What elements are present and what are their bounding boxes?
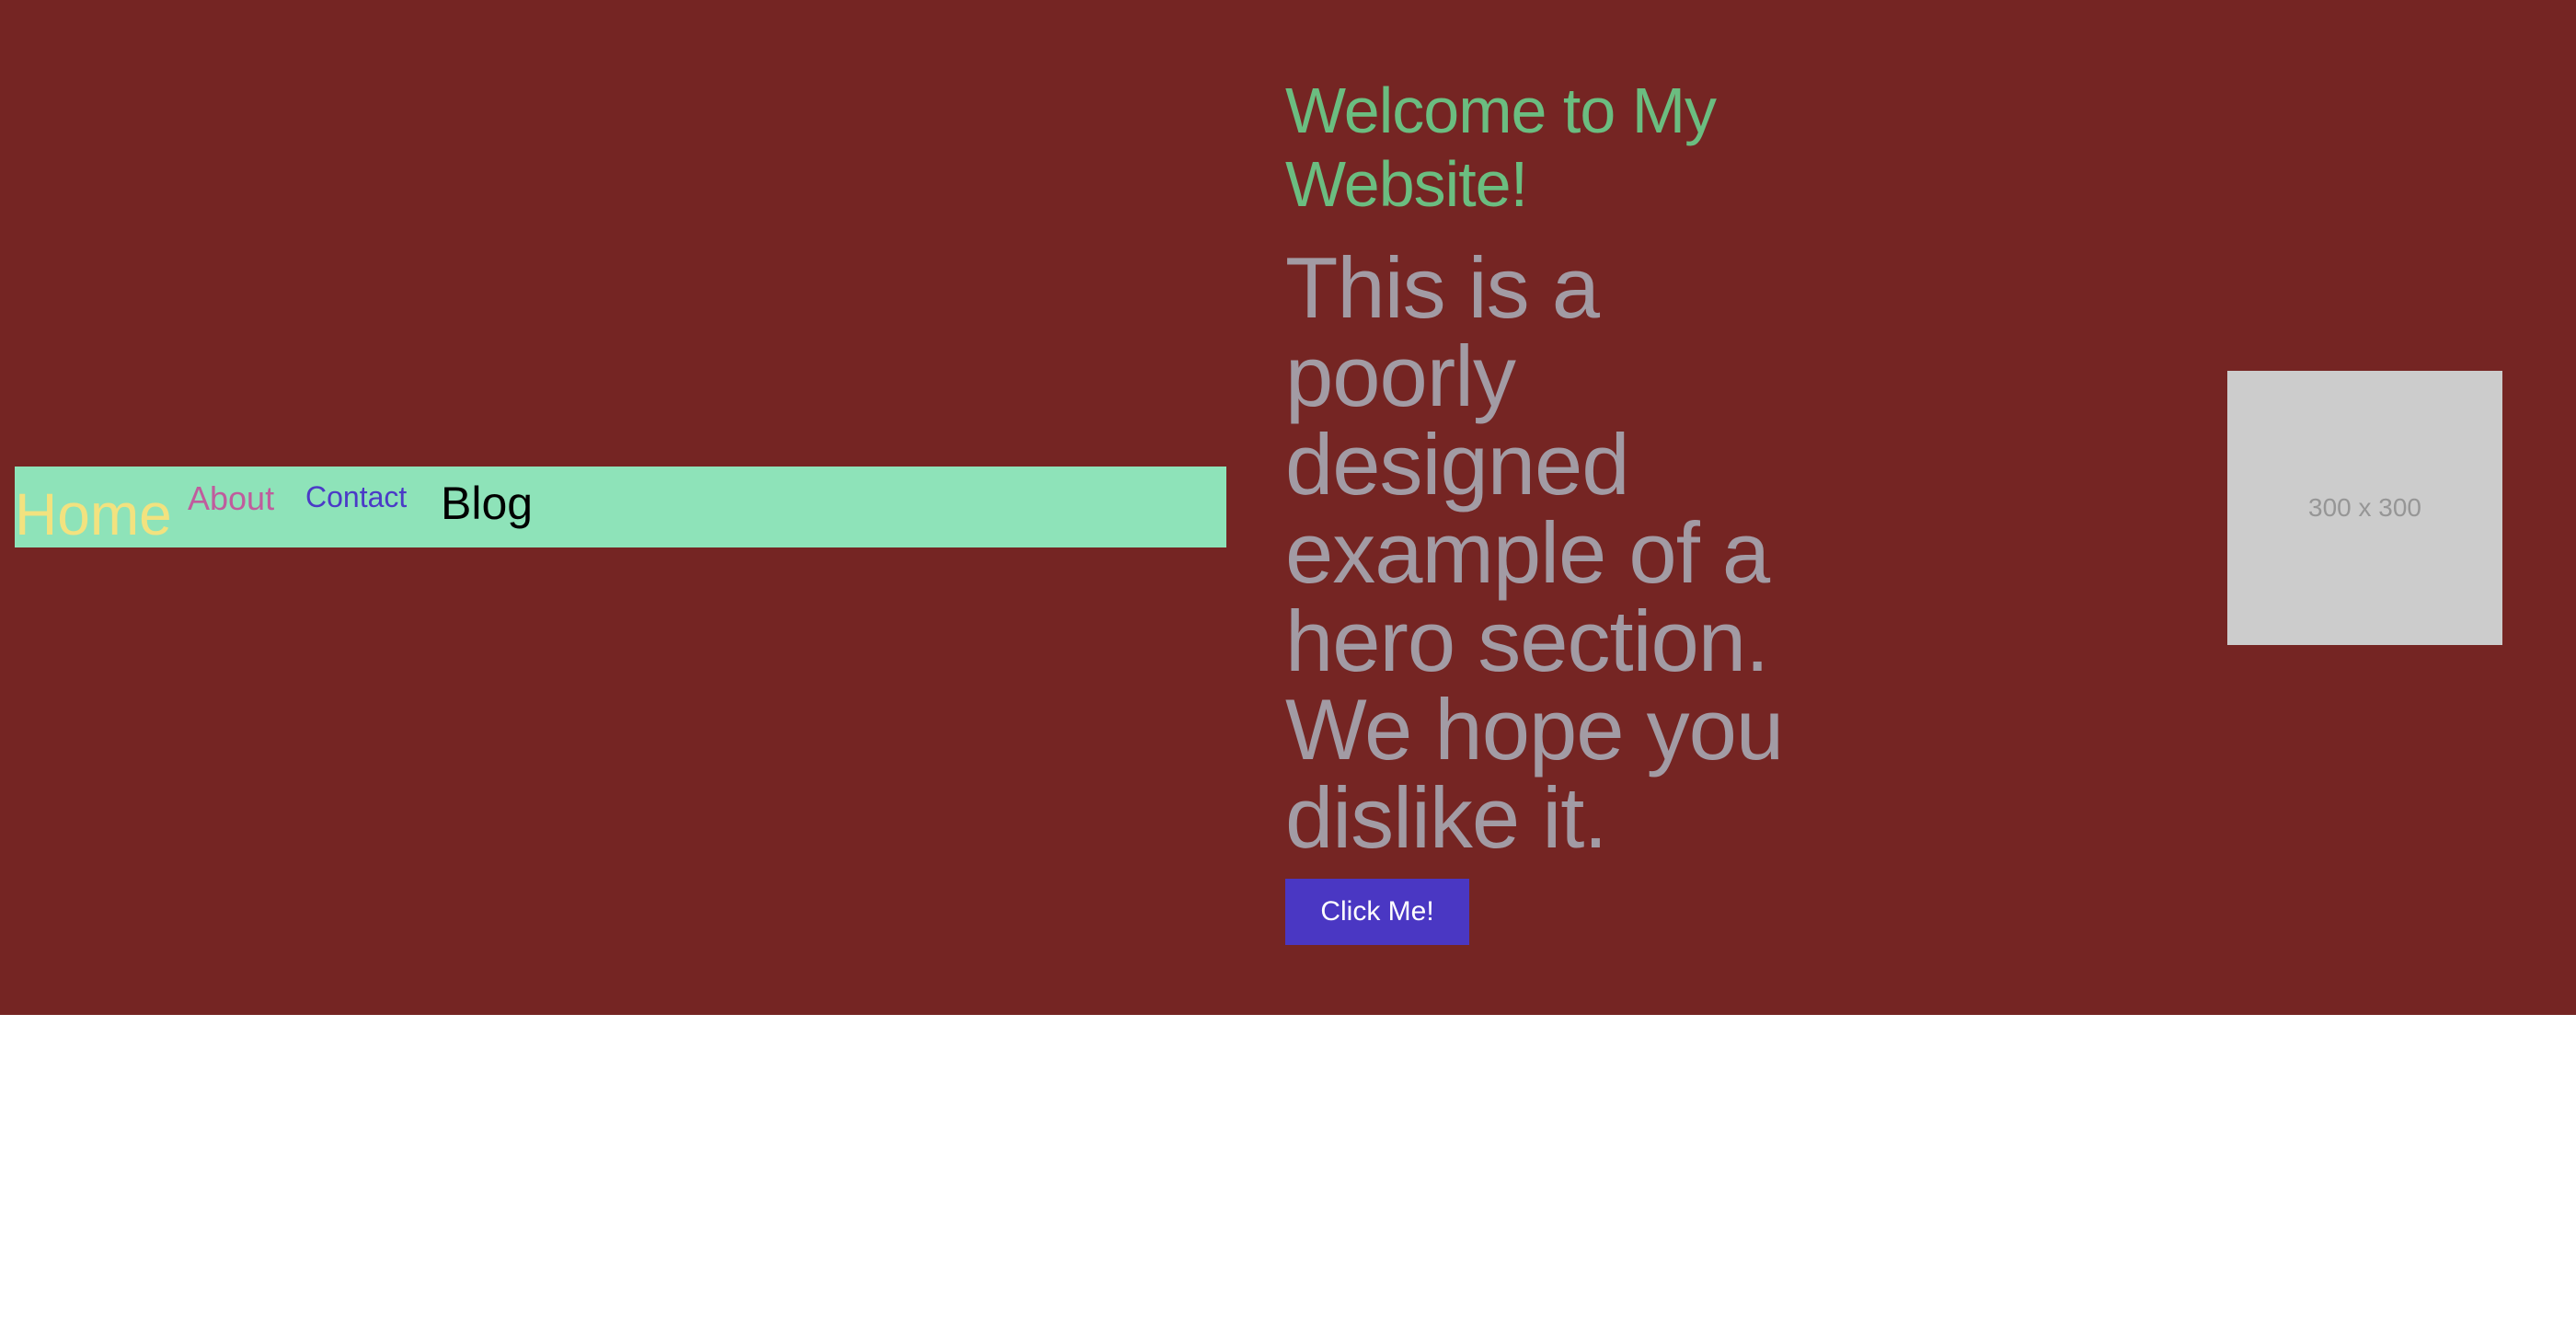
nav-home-link[interactable]: Home: [15, 485, 172, 544]
click-me-button[interactable]: Click Me!: [1285, 879, 1469, 945]
hero-title: Welcome to My Website!: [1285, 75, 1717, 220]
hero-image-placeholder: 300 x 300: [2227, 371, 2502, 645]
hero-content: Welcome to My Website! This is a poorly …: [1285, 74, 1819, 945]
nav-bar: Home About Contact Blog: [15, 467, 1226, 547]
nav-contact-link[interactable]: Contact: [305, 482, 407, 512]
nav-blog-link[interactable]: Blog: [441, 480, 533, 526]
placeholder-label: 300 x 300: [2308, 493, 2421, 522]
nav-about-link[interactable]: About: [188, 482, 274, 515]
hero-section: Home About Contact Blog Welcome to My We…: [0, 0, 2576, 1015]
hero-description: This is a poorly designed example of a h…: [1285, 239, 1784, 866]
